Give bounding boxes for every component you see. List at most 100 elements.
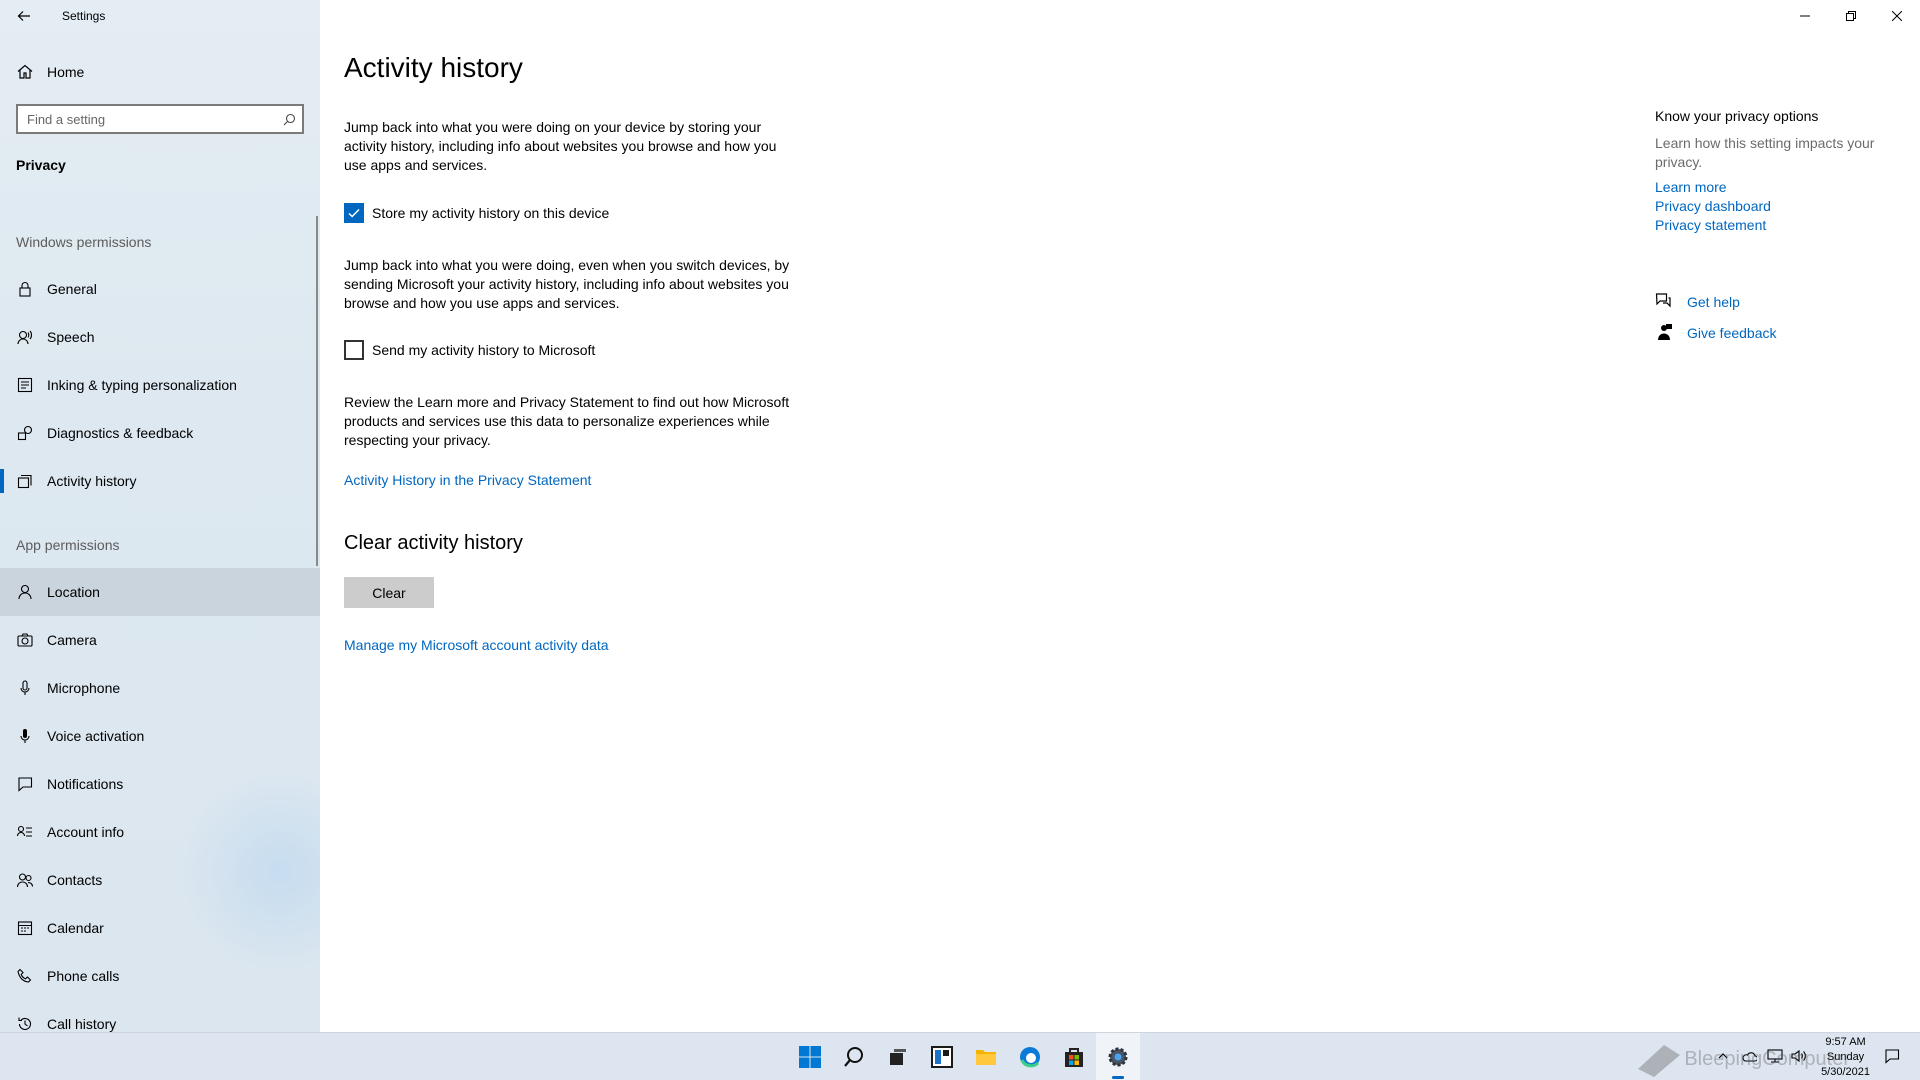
calendar-icon: [16, 919, 34, 937]
sidebar-item-label: Camera: [47, 632, 97, 648]
app-title: Settings: [62, 9, 106, 23]
sidebar-item-location[interactable]: Location: [0, 568, 320, 616]
close-button[interactable]: [1874, 0, 1920, 32]
store-activity-checkbox-row[interactable]: Store my activity history on this device: [344, 203, 609, 223]
sidebar-item-calendar[interactable]: Calendar: [0, 904, 320, 952]
search-box[interactable]: [16, 104, 304, 134]
checkbox-label: Store my activity history on this device: [372, 205, 610, 221]
clock-day: Sunday: [1826, 1050, 1865, 1063]
watermark-logo: [1638, 1045, 1681, 1077]
sidebar-item-label: Notifications: [47, 776, 124, 792]
give-feedback-icon: [1655, 323, 1687, 344]
sidebar-item-account-info[interactable]: Account info: [0, 808, 320, 856]
store-icon: [1065, 1048, 1083, 1067]
sidebar-item-notifications[interactable]: Notifications: [0, 760, 320, 808]
taskbar-apps: [788, 1033, 1140, 1080]
call-history-icon: [16, 1015, 34, 1032]
camera-icon: [16, 631, 34, 649]
sidebar-item-voice-activation[interactable]: Voice activation: [0, 712, 320, 760]
start-button[interactable]: [788, 1033, 832, 1080]
settings-gear-icon: [1108, 1047, 1128, 1067]
microphone-icon: [16, 679, 34, 697]
volume-icon[interactable]: [1791, 1049, 1807, 1066]
network-icon[interactable]: [1767, 1048, 1783, 1066]
settings-taskbar-button[interactable]: [1096, 1033, 1140, 1080]
sidebar-home[interactable]: Home: [0, 56, 320, 88]
location-icon: [16, 583, 34, 601]
sidebar-item-label: Contacts: [47, 872, 103, 888]
edge-button[interactable]: [1008, 1033, 1052, 1080]
manage-activity-link[interactable]: Manage my Microsoft account activity dat…: [344, 637, 609, 653]
privacy-statement-link[interactable]: Privacy statement: [1655, 216, 1895, 235]
sidebar-item-contacts[interactable]: Contacts: [0, 856, 320, 904]
clear-section-title: Clear activity history: [344, 532, 523, 554]
learn-more-link[interactable]: Learn more: [1655, 178, 1895, 197]
inking-icon: [16, 376, 34, 394]
notifications-icon: [16, 775, 34, 793]
file-explorer-button[interactable]: [964, 1033, 1008, 1080]
give-feedback-link[interactable]: Give feedback: [1687, 324, 1777, 343]
store-activity-checkbox[interactable]: [344, 203, 364, 223]
sidebar-item-general[interactable]: General: [0, 265, 320, 313]
sidebar-item-label: Location: [47, 584, 100, 600]
back-arrow-icon: [17, 11, 30, 21]
search-icon: [844, 1047, 863, 1067]
search-input[interactable]: [18, 110, 276, 128]
sidebar-scrollbar[interactable]: [316, 216, 318, 566]
privacy-dashboard-link[interactable]: Privacy dashboard: [1655, 197, 1895, 216]
minimize-button[interactable]: [1782, 0, 1828, 32]
lock-icon: [16, 280, 34, 298]
sidebar-item-label: Voice activation: [47, 728, 145, 744]
give-feedback-row[interactable]: Give feedback: [1655, 318, 1895, 349]
sidebar-item-phone-calls[interactable]: Phone calls: [0, 952, 320, 1000]
onedrive-icon[interactable]: [1741, 1050, 1759, 1065]
privacy-options-panel: Know your privacy options Learn how this…: [1655, 108, 1895, 349]
sidebar-item-diagnostics[interactable]: Diagnostics & feedback: [0, 409, 320, 457]
description-paragraph: Review the Learn more and Privacy Statem…: [344, 394, 790, 448]
widgets-icon: [931, 1046, 953, 1068]
sidebar-item-camera[interactable]: Camera: [0, 616, 320, 664]
widgets-button[interactable]: [920, 1033, 964, 1080]
checkbox-label: Send my activity history to Microsoft: [372, 342, 596, 358]
description-paragraph: Jump back into what you were doing, even…: [344, 257, 790, 311]
sidebar-item-activity-history[interactable]: Activity history: [0, 457, 320, 505]
diagnostics-icon: [16, 424, 34, 442]
clear-button[interactable]: Clear: [344, 577, 434, 608]
get-help-row[interactable]: Get help: [1655, 287, 1895, 318]
minimize-icon: [1800, 15, 1810, 17]
sidebar-item-label: Call history: [47, 1016, 117, 1032]
taskbar-search-button[interactable]: [832, 1033, 876, 1080]
task-view-button[interactable]: [876, 1033, 920, 1080]
page-title: Activity history: [344, 52, 523, 83]
taskbar: 9:57 AM Sunday 5/30/2021 BleepingCompute…: [0, 1032, 1920, 1080]
send-activity-checkbox-row[interactable]: Send my activity history to Microsoft: [344, 340, 595, 360]
chevron-up-icon[interactable]: [1717, 1050, 1729, 1065]
sidebar-item-label: General: [47, 281, 97, 297]
activity-history-icon: [16, 472, 34, 490]
clock[interactable]: 9:57 AM Sunday 5/30/2021: [1821, 1035, 1870, 1080]
get-help-icon: [1655, 292, 1687, 313]
restore-button[interactable]: [1828, 0, 1874, 32]
sidebar-item-label: Calendar: [47, 920, 104, 936]
sidebar-item-inking[interactable]: Inking & typing personalization: [0, 361, 320, 409]
windows-permissions-label: Windows permissions: [16, 234, 152, 250]
sidebar-item-call-history[interactable]: Call history: [0, 1000, 320, 1032]
search-icon[interactable]: [276, 113, 302, 126]
privacy-statement-link[interactable]: Activity History in the Privacy Statemen…: [344, 472, 591, 488]
action-center-icon[interactable]: [1884, 1048, 1900, 1067]
main-content: Activity history Jump back into what you…: [320, 0, 1920, 1032]
get-help-link[interactable]: Get help: [1687, 293, 1740, 312]
folder-icon: [976, 1050, 996, 1065]
section-title: Privacy: [16, 157, 66, 173]
sidebar-item-label: Diagnostics & feedback: [47, 425, 194, 441]
app-permissions-label: App permissions: [16, 537, 120, 553]
back-button[interactable]: [0, 0, 48, 32]
sidebar-item-microphone[interactable]: Microphone: [0, 664, 320, 712]
store-button[interactable]: [1052, 1033, 1096, 1080]
voice-activation-icon: [16, 727, 34, 745]
send-activity-checkbox[interactable]: [344, 340, 364, 360]
sidebar-item-label: Microphone: [47, 680, 121, 696]
sidebar-item-label: Account info: [47, 824, 125, 840]
home-icon: [16, 63, 34, 81]
sidebar-item-speech[interactable]: Speech: [0, 313, 320, 361]
